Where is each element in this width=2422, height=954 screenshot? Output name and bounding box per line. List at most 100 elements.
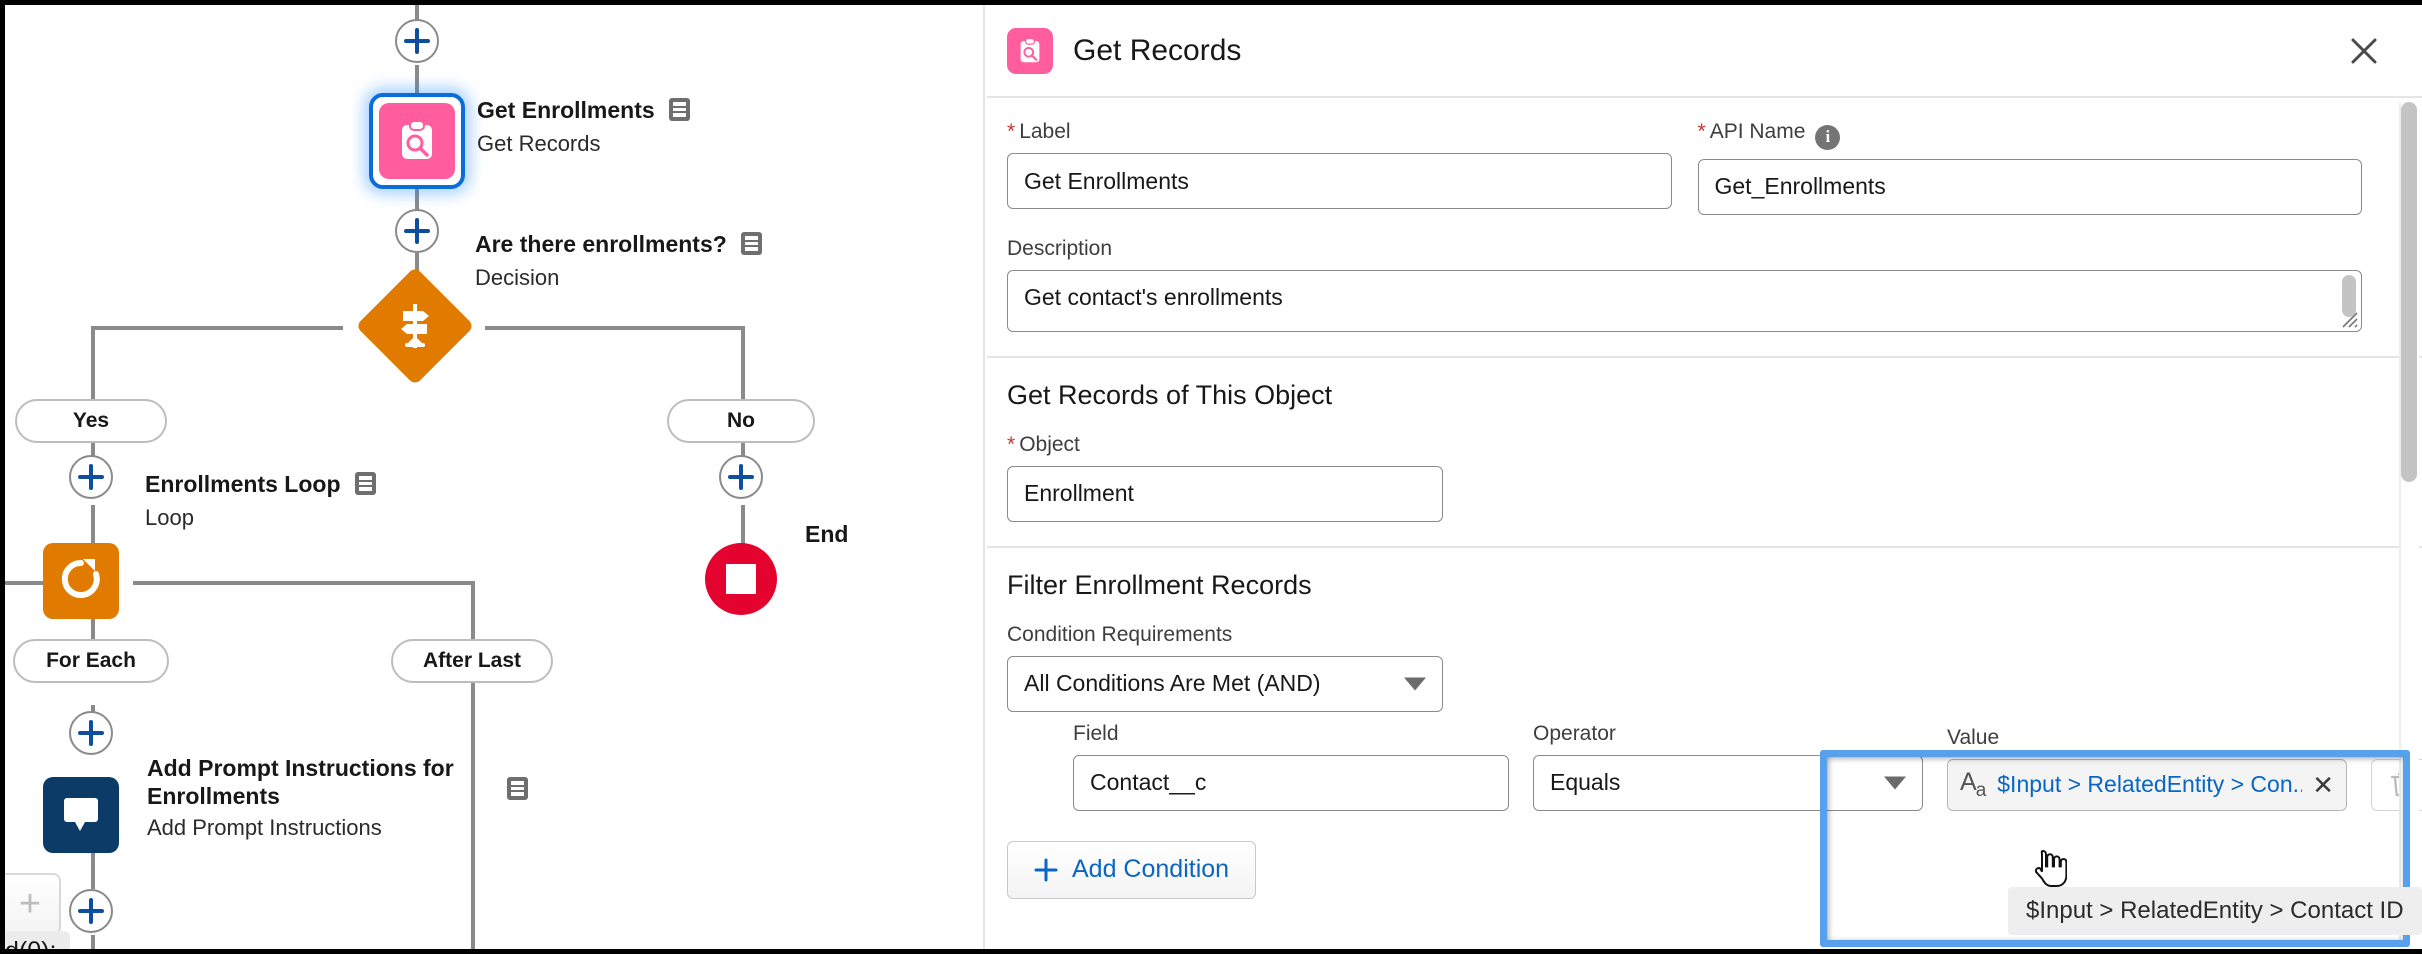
api-name-input-value: Get_Enrollments (1714, 173, 1886, 199)
field-column-header: Field (1073, 721, 1119, 745)
flow-node-label-loop: Enrollments Loop Loop (145, 471, 445, 532)
node-title: Get Enrollments (477, 97, 655, 123)
app-window: Get Enrollments Get Records Are there en… (0, 0, 2422, 954)
node-title: Add Prompt Instructions for Enrollments (147, 755, 454, 809)
label-input[interactable]: Get Enrollments (1007, 153, 1672, 209)
condition-operator-value: Equals (1550, 769, 1621, 795)
condition-operator-group: Operator Equals (1533, 722, 1923, 811)
stop-icon (726, 564, 756, 594)
get-records-icon (1007, 27, 1053, 74)
node-subtitle: Decision (475, 265, 560, 290)
flow-node-label-end: End (805, 521, 849, 547)
flow-node-label-get-enrollments: Get Enrollments Get Records (477, 97, 797, 158)
object-input-value: Enrollment (1024, 480, 1134, 506)
label-input-value: Get Enrollments (1024, 167, 1189, 194)
branch-label-text: No (727, 409, 755, 432)
value-tooltip: $Input > RelatedEntity > Contact ID (2008, 887, 2422, 935)
node-title: Are there enrollments? (475, 231, 727, 257)
branch-label-for-each[interactable]: For Each (13, 639, 169, 683)
branch-label-yes[interactable]: Yes (15, 399, 167, 443)
description-field-group: Description Get contact's enrollments (1007, 237, 2362, 332)
canvas-corner-tooltip: d(0): (5, 931, 71, 949)
label-field-label: * Label (1007, 120, 1071, 143)
branch-label-text: Yes (72, 409, 110, 432)
condition-value-group: Value Aa $Input > RelatedEntity > Con...… (1947, 726, 2347, 811)
condition-value-text: $Input > RelatedEntity > Con... (1997, 771, 2303, 797)
description-textarea-value: Get contact's enrollments (1024, 283, 1283, 310)
clear-value-icon[interactable]: ✕ (2312, 772, 2334, 798)
panel-scrollbar[interactable] (2399, 102, 2419, 949)
object-section: Get Records of This Object * Object Enrol… (987, 358, 2422, 548)
condition-requirements-select[interactable]: All Conditions Are Met (AND) (1007, 655, 1443, 712)
branch-label-text: After Last (422, 649, 522, 672)
info-icon[interactable]: i (1815, 124, 1841, 150)
flow-node-end[interactable] (705, 543, 777, 615)
flow-node-label-decision: Are there enrollments? Decision (475, 231, 835, 292)
object-section-title: Get Records of This Object (1007, 379, 1333, 410)
node-detail-icon[interactable] (741, 232, 763, 260)
condition-requirements-group: Condition Requirements All Conditions Ar… (1007, 623, 1443, 712)
basic-info-section: * Label Get Enrollments * API Name i Get_En… (987, 98, 2422, 358)
close-icon[interactable] (2346, 33, 2382, 69)
chevron-down-icon (1884, 776, 1906, 789)
value-column-header: Value (1947, 725, 2000, 749)
condition-field-group: Field Contact__c (1073, 722, 1509, 811)
connector-line (741, 505, 745, 545)
plus-icon (1034, 858, 1058, 881)
connector-line (485, 326, 745, 330)
add-condition-button[interactable]: Add Condition (1007, 840, 1257, 899)
condition-row: Field Contact__c Operator Equals Value A… (1007, 722, 2422, 811)
add-element-button[interactable] (69, 455, 113, 499)
object-input[interactable]: Enrollment (1007, 465, 1443, 522)
connector-line (93, 326, 343, 330)
flow-node-add-prompt-instructions[interactable] (43, 777, 119, 853)
api-name-input[interactable]: Get_Enrollments (1697, 158, 2362, 215)
node-detail-icon[interactable] (669, 98, 691, 126)
flow-node-loop[interactable] (43, 543, 119, 619)
api-name-field-label: * API Name i (1698, 120, 2363, 150)
connector-line (133, 581, 473, 585)
textarea-scrollbar[interactable] (2341, 274, 2357, 329)
scrollbar-thumb[interactable] (2401, 102, 2417, 482)
required-asterisk: * (1007, 432, 1016, 456)
flow-node-decision[interactable] (355, 266, 475, 386)
label-field-group: * Label Get Enrollments (1007, 120, 1672, 215)
get-records-properties-panel: Get Records * Label Get Enrollments * API … (987, 5, 2422, 949)
panel-header: Get Records (987, 5, 2422, 98)
condition-field-input[interactable]: Contact__c (1073, 754, 1509, 811)
prompt-icon (58, 790, 104, 841)
add-element-button[interactable] (395, 209, 439, 253)
api-name-field-group: * API Name i Get_Enrollments (1697, 120, 2363, 215)
connector-line (91, 935, 95, 949)
flow-node-get-enrollments[interactable] (369, 93, 465, 189)
node-detail-icon[interactable] (507, 777, 528, 805)
add-element-toolbar-button[interactable]: + (5, 873, 61, 935)
branch-label-no[interactable]: No (667, 399, 815, 443)
flow-canvas[interactable]: Get Enrollments Get Records Are there en… (5, 5, 985, 949)
add-condition-label: Add Condition (1072, 855, 1230, 883)
branch-label-text: For Each (46, 649, 136, 672)
operator-column-header: Operator (1533, 721, 1616, 745)
loop-icon (57, 555, 105, 608)
condition-field-value: Contact__c (1090, 769, 1207, 795)
filter-section: Filter Enrollment Records Condition Requ… (987, 548, 2422, 923)
node-subtitle: Loop (145, 505, 194, 530)
add-element-button[interactable] (719, 455, 763, 499)
add-element-button[interactable] (395, 19, 439, 63)
condition-requirements-value: All Conditions Are Met (AND) (1024, 670, 1321, 696)
object-field-group: * Object Enrollment (1007, 433, 1443, 522)
branch-label-after-last[interactable]: After Last (391, 639, 553, 683)
chevron-down-icon (1404, 677, 1426, 690)
condition-requirements-label: Condition Requirements (1007, 622, 1233, 646)
node-subtitle: Get Records (477, 131, 601, 156)
description-textarea[interactable]: Get contact's enrollments (1007, 269, 2362, 332)
condition-operator-select[interactable]: Equals (1533, 754, 1923, 811)
panel-title: Get Records (1073, 33, 1242, 67)
add-element-button[interactable] (69, 889, 113, 933)
condition-value-pill[interactable]: Aa $Input > RelatedEntity > Con... ✕ (1947, 758, 2347, 811)
connector-line (91, 853, 95, 889)
filter-section-title: Filter Enrollment Records (1007, 569, 1312, 600)
description-field-label: Description (1007, 236, 1113, 260)
node-detail-icon[interactable] (354, 472, 376, 500)
add-element-button[interactable] (69, 711, 113, 755)
